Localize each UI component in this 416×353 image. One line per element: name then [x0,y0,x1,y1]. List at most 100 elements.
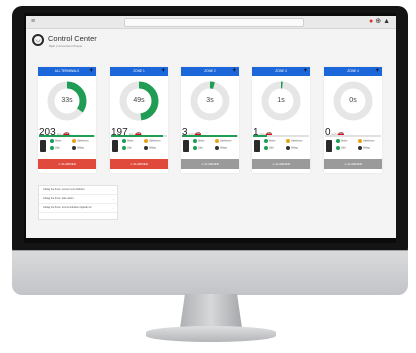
status-legend: Aktive Udebleven Låst Afslag [193,139,239,153]
legend-label: Udebleven [363,139,375,143]
capacity-bar-fill [111,135,164,137]
legend-dot [50,146,54,150]
legend-dot [336,146,340,150]
capacity-bar [182,135,238,137]
card-header: ZONE 3 [252,67,310,76]
card-header: ZONE 1 [110,67,168,76]
legend-item: Aktive [193,139,205,143]
legend-label: Aktive [127,139,134,143]
capacity-bar [111,135,167,137]
monitor-stand-neck [180,294,242,328]
legend-label: Afslag [77,146,84,150]
add-icon[interactable]: + [232,67,236,76]
legend-item: Udebleven [286,139,302,143]
legend-item: Aktive [336,139,348,143]
vehicle-count: 3min🚗 [182,122,238,138]
legend-dot [336,139,340,143]
legend-dot [286,139,290,143]
bell-alert-icon[interactable]: ● [369,17,373,26]
card-header: ZONE 2 [181,67,239,76]
status-legend: Aktive Udebleven Låst Afslag [122,139,168,153]
vehicle-count: 0min🚗 [325,122,381,138]
timer-label: 0s [349,97,357,104]
hamburger-menu-icon[interactable]: ≡ [31,18,35,26]
legend-label: Låst [341,146,346,150]
app-screen: ≡ ● ⊕ ▲ ◡ Control Center Bjølt | Univers… [26,16,396,238]
alarm-status-button[interactable]: ⚠ ALARMER [110,159,168,169]
alarm-status-label: ALARMER [347,162,362,166]
page-subtitle: Bjølt | Universitet Muspel [49,44,83,48]
alert-item[interactable]: Afslag fra Zone: kommunikation fejlede t… [39,204,117,213]
headset-icon: ◡ [32,34,44,46]
legend-dot [72,146,76,150]
chevron-right-icon: › [113,188,114,192]
alert-item[interactable]: Afslag fra Zone: ikke aktivt › [39,195,117,204]
legend-item: Låst [193,146,203,150]
legend-item: Afslag [144,146,156,150]
legend-item: Låst [264,146,274,150]
legend-dot [215,146,219,150]
capacity-bar-fill [39,135,95,137]
legend-item: Aktive [122,139,134,143]
legend-label: Udebleven [77,139,89,143]
alarm-status-label: ALARMER [133,162,148,166]
legend-label: Afslag [149,146,156,150]
add-icon[interactable]: + [303,67,307,76]
legend-item: Låst [50,146,60,150]
timer-label: 33s [61,97,73,104]
add-icon[interactable]: + [89,67,93,76]
legend-item: Udebleven [358,139,374,143]
legend-item: Aktive [50,139,62,143]
address-bar[interactable] [124,18,304,27]
legend-label: Låst [127,146,132,150]
zone-card[interactable]: ZONE 3 +1s 1min🚗 Aktive Udebleven Låst Afslag ⚠… [252,67,310,173]
legend-item: Afslag [72,146,84,150]
terminal-icon [183,140,189,152]
vehicle-count: 1min🚗 [253,122,309,138]
chevron-right-icon: › [113,206,114,210]
legend-dot [122,139,126,143]
alert-item[interactable]: Afslag fra Zone: sensor test afsluttet › [39,186,117,195]
legend-item: Udebleven [215,139,231,143]
legend-dot [193,139,197,143]
legend-label: Låst [269,146,274,150]
alarm-status-button[interactable]: ⚠ ALARMER [252,159,310,169]
vehicle-count: 197min🚗 [111,122,167,138]
timer-label: 49s [133,97,145,104]
alarm-status-button[interactable]: ⚠ ALARMER [38,159,96,169]
zone-card[interactable]: ZONE 4 +0s 0min🚗 Aktive Udebleven Låst Afslag ⚠… [324,67,382,173]
alarm-status-button[interactable]: ⚠ ALARMER [324,159,382,169]
legend-label: Afslag [363,146,370,150]
legend-dot [358,139,362,143]
legend-dot [264,139,268,143]
status-legend: Aktive Udebleven Låst Afslag [336,139,382,153]
add-icon[interactable]: + [375,67,379,76]
alarm-status-button[interactable]: ⚠ ALARMER [181,159,239,169]
capacity-bar-fill [253,135,267,137]
legend-label: Aktive [341,139,348,143]
vehicle-count: 203min🚗 [39,122,95,138]
legend-label: Aktive [269,139,276,143]
capacity-bar [325,135,381,137]
legend-item: Udebleven [144,139,160,143]
terminal-icon [112,140,118,152]
chevron-right-icon: › [113,197,114,201]
add-icon[interactable]: + [161,67,165,76]
zone-cards: ALL TERMINALS +33s 203min🚗 Aktive Udebleven L… [38,67,388,187]
legend-dot [215,139,219,143]
user-icon[interactable]: ▲ [383,17,390,26]
legend-dot [193,146,197,150]
legend-label: Udebleven [149,139,161,143]
capacity-bar-fill [182,135,238,137]
zone-card[interactable]: ZONE 2 +3s 3min🚗 Aktive Udebleven Låst Afslag ⚠… [181,67,239,173]
legend-dot [144,139,148,143]
globe-icon[interactable]: ⊕ [375,17,381,26]
zone-card[interactable]: ZONE 1 +49s 197min🚗 Aktive Udebleven Låst Afsl… [110,67,168,173]
terminal-icon [326,140,332,152]
timer-label: 1s [277,97,285,104]
legend-dot [144,146,148,150]
zone-card[interactable]: ALL TERMINALS +33s 203min🚗 Aktive Udebleven L… [38,67,96,173]
legend-item: Afslag [286,146,298,150]
legend-label: Udebleven [220,139,232,143]
terminal-icon [40,140,46,152]
